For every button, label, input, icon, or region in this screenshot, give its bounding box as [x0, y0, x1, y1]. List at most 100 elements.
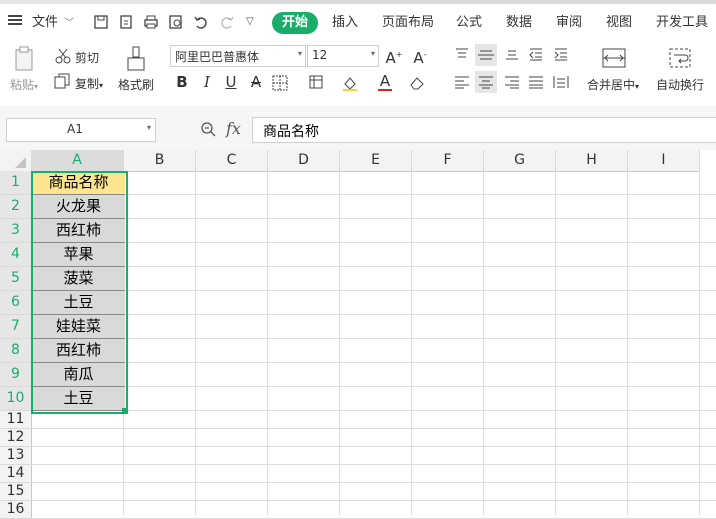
tab-page-layout[interactable]: 页面布局: [382, 12, 434, 34]
italic-icon[interactable]: I: [197, 72, 217, 92]
tab-data[interactable]: 数据: [506, 12, 532, 34]
merge-center-button[interactable]: 合并居中▾: [587, 76, 639, 93]
wrap-text-button[interactable]: 自动换行: [656, 76, 704, 93]
print-preview-icon[interactable]: [168, 14, 184, 30]
copy-button[interactable]: 复制▾: [75, 75, 103, 92]
row-header-3[interactable]: 3: [0, 219, 32, 243]
copy-label: 复制: [75, 77, 100, 91]
increase-font-icon[interactable]: A+: [384, 45, 404, 67]
align-left-icon[interactable]: [454, 75, 470, 89]
column-gridline: [627, 171, 628, 515]
clear-format-icon[interactable]: [409, 75, 425, 91]
align-middle-icon[interactable]: [475, 44, 497, 66]
align-right-icon[interactable]: [504, 75, 520, 89]
row-header-15[interactable]: 15: [0, 483, 32, 501]
border-icon[interactable]: [272, 75, 288, 91]
row-header-5[interactable]: 5: [0, 267, 32, 291]
undo-icon[interactable]: [193, 14, 209, 30]
row-gridline: [31, 386, 716, 387]
row-gridline: [31, 242, 716, 243]
redo-icon[interactable]: [219, 14, 235, 30]
row-gridline: [31, 194, 716, 195]
column-gridline: [195, 171, 196, 515]
menu-icon[interactable]: [8, 14, 22, 26]
font-name-select[interactable]: 阿里巴巴普惠体 ▾: [170, 45, 306, 67]
column-gridline: [555, 171, 556, 515]
row-header-7[interactable]: 7: [0, 315, 32, 339]
column-gridline: [483, 171, 484, 515]
tab-review[interactable]: 审阅: [556, 12, 582, 34]
column-header-f[interactable]: F: [412, 150, 484, 172]
select-all-corner[interactable]: [0, 150, 32, 172]
chevron-down-icon: ▾: [297, 49, 302, 58]
column-header-d[interactable]: D: [268, 150, 340, 172]
quick-access-more-icon[interactable]: ▽: [246, 14, 262, 30]
row-header-16[interactable]: 16: [0, 501, 32, 519]
bold-icon[interactable]: B: [172, 72, 192, 92]
row-header-9[interactable]: 9: [0, 363, 32, 387]
column-header-a[interactable]: A: [31, 150, 124, 173]
merge-center-label: 合并居中: [587, 78, 636, 92]
column-gridline: [699, 171, 700, 515]
row-header-6[interactable]: 6: [0, 291, 32, 315]
tab-home[interactable]: 开始: [272, 12, 319, 34]
copy-icon[interactable]: [54, 73, 70, 89]
scissors-icon[interactable]: [54, 47, 72, 65]
column-header-c[interactable]: C: [196, 150, 268, 172]
font-color-icon[interactable]: A: [375, 71, 395, 91]
row-gridline: [31, 218, 716, 219]
row-header-10[interactable]: 10: [0, 387, 32, 411]
save-icon[interactable]: [93, 14, 109, 30]
row-header-11[interactable]: 11: [0, 411, 32, 429]
row-header-14[interactable]: 14: [0, 465, 32, 483]
export-pdf-icon[interactable]: [118, 14, 134, 30]
formula-content: 商品名称: [263, 124, 319, 140]
row-gridline: [31, 446, 716, 447]
underline-icon[interactable]: U: [221, 72, 241, 92]
tab-insert[interactable]: 插入: [332, 12, 358, 34]
row-header-12[interactable]: 12: [0, 429, 32, 447]
decrease-font-icon[interactable]: A-: [410, 45, 430, 67]
cell-style-icon[interactable]: [309, 75, 325, 91]
tab-formulas[interactable]: 公式: [456, 12, 482, 34]
row-header-4[interactable]: 4: [0, 243, 32, 267]
align-top-icon[interactable]: [454, 47, 470, 61]
row-header-13[interactable]: 13: [0, 447, 32, 465]
insert-function-button[interactable]: fx: [226, 119, 241, 138]
name-box[interactable]: A1 ▾: [6, 118, 156, 142]
tab-developer[interactable]: 开发工具: [656, 12, 708, 34]
print-icon[interactable]: [143, 14, 159, 30]
paste-icon[interactable]: [14, 46, 36, 72]
row-header-8[interactable]: 8: [0, 339, 32, 363]
formula-input[interactable]: 商品名称: [252, 117, 716, 143]
column-gridline: [339, 171, 340, 515]
row-header-1[interactable]: 1: [0, 171, 32, 195]
wrap-text-icon[interactable]: [668, 47, 692, 69]
align-bottom-icon[interactable]: [504, 47, 520, 61]
column-header-e[interactable]: E: [340, 150, 412, 172]
font-size-select[interactable]: 12 ▾: [307, 45, 379, 67]
column-header-i[interactable]: I: [628, 150, 700, 172]
column-header-b[interactable]: B: [124, 150, 196, 172]
fill-handle[interactable]: [122, 408, 127, 413]
row-gridline: [31, 482, 716, 483]
cut-button[interactable]: 剪切: [75, 49, 99, 66]
merge-cells-icon[interactable]: [602, 47, 626, 69]
strikethrough-icon[interactable]: A: [246, 72, 266, 92]
justify-icon[interactable]: [528, 75, 544, 89]
column-header-h[interactable]: H: [556, 150, 628, 172]
decrease-indent-icon[interactable]: [528, 47, 544, 61]
zoom-search-icon[interactable]: [200, 121, 216, 137]
column-header-g[interactable]: G: [484, 150, 556, 172]
fill-color-icon[interactable]: [342, 75, 358, 91]
chevron-down-icon: ﹀: [64, 18, 75, 29]
paste-button[interactable]: 粘贴▾: [10, 76, 38, 93]
row-header-2[interactable]: 2: [0, 195, 32, 219]
increase-indent-icon[interactable]: [553, 47, 569, 61]
align-center-icon[interactable]: [475, 71, 497, 93]
file-menu[interactable]: 文件 ﹀: [32, 12, 74, 34]
format-painter-button[interactable]: 格式刷: [118, 76, 154, 93]
distributed-icon[interactable]: [553, 75, 569, 89]
tab-view[interactable]: 视图: [606, 12, 632, 34]
format-painter-icon[interactable]: [126, 46, 146, 72]
